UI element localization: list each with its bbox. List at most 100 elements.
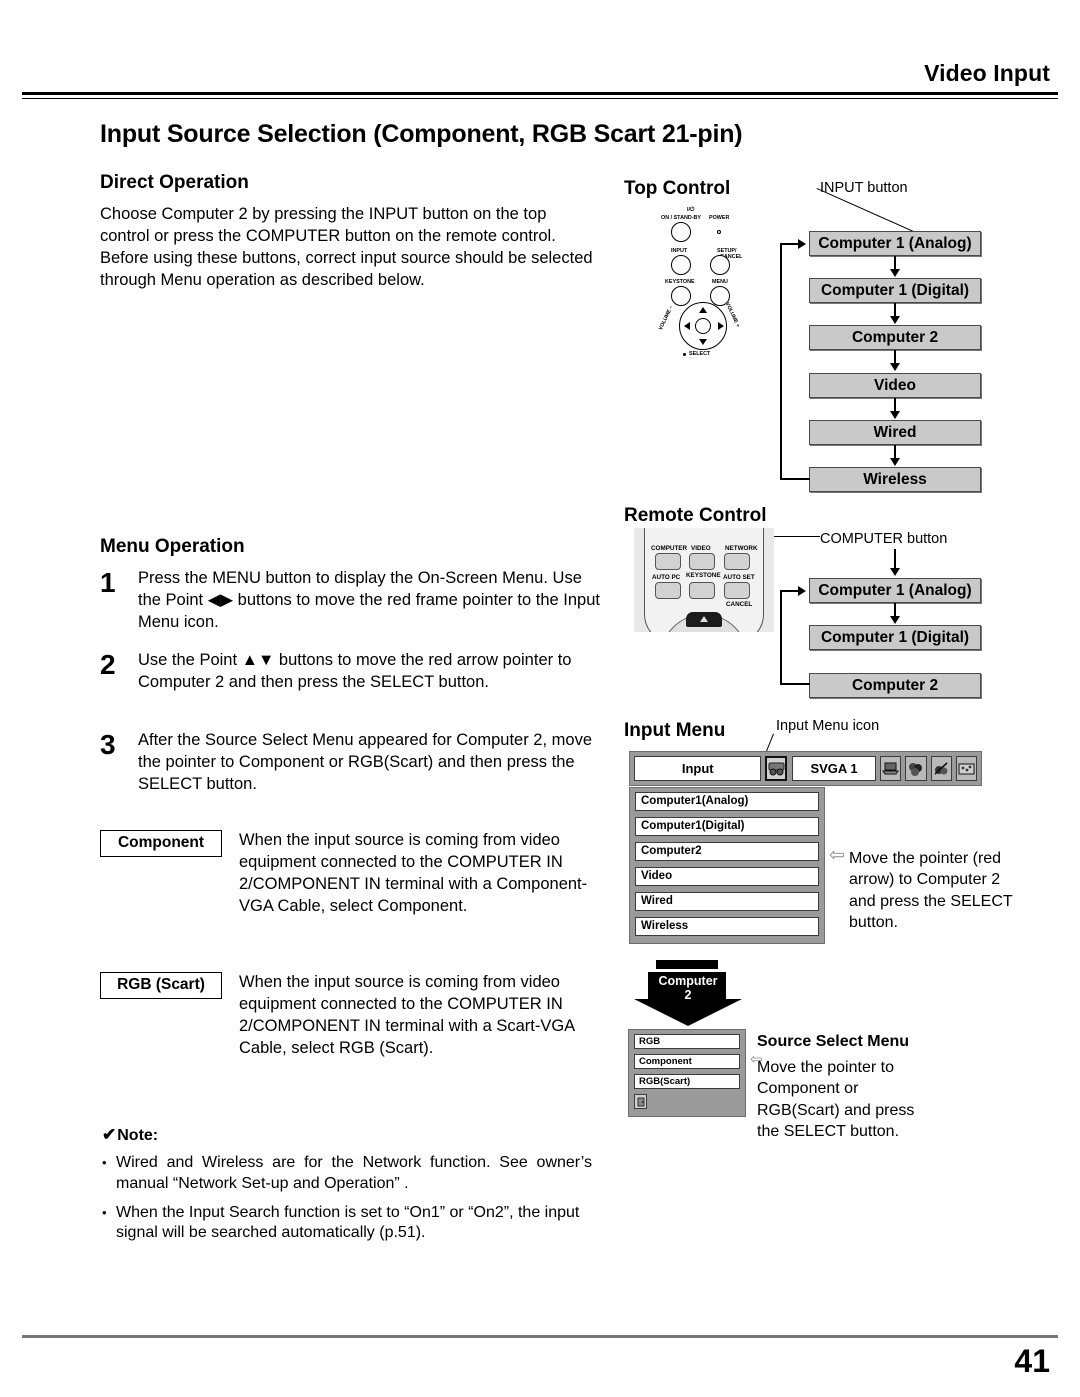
definition-row-component: Component When the input source is comin… [100, 830, 610, 918]
step-text: After the Source Select Menu appeared fo… [138, 731, 592, 793]
remote-flow-loop-top [780, 590, 800, 592]
input-button[interactable] [671, 255, 691, 275]
flow-arrow-line [894, 398, 896, 412]
osd-list-item[interactable]: Wired [635, 892, 819, 911]
step-text: Press the MENU button to display the On-… [138, 569, 600, 631]
network-label: NETWORK [725, 545, 758, 552]
keystone-label: KEYSTONE [665, 279, 695, 285]
autopc-label: AUTO PC [652, 574, 681, 581]
osd-list-item[interactable]: Wireless [635, 917, 819, 936]
power-indicator-icon [717, 230, 721, 234]
remote-flow-arrow-head [890, 568, 900, 576]
flow-loop-top [780, 243, 800, 245]
point-up-icon [700, 616, 708, 622]
menu-operation-heading: Menu Operation [100, 536, 245, 557]
step-number: 1 [100, 567, 116, 598]
note-heading: ✔ Note: [102, 1125, 592, 1145]
flow-arrow-head [890, 316, 900, 324]
definition-row-rgb-scart: RGB (Scart) When the input source is com… [100, 972, 610, 1060]
flow-box-computer2: Computer 2 [809, 325, 981, 350]
point-down-icon[interactable] [699, 339, 707, 345]
note-item: • Wired and Wireless are for the Network… [102, 1153, 592, 1195]
section-header: Video Input [924, 60, 1050, 86]
remote-flow-loop-vertical [780, 590, 782, 684]
note-item: • When the Input Search function is set … [102, 1203, 592, 1245]
red-arrow-pointer-icon: ⇦ [829, 845, 845, 866]
arrow-label-line2: 2 [684, 988, 692, 1002]
osd-list-item[interactable]: Computer2 [635, 842, 819, 861]
input-menu-side-text: Move the pointer (red arrow) to Computer… [849, 850, 1013, 931]
autoset-button[interactable] [724, 582, 750, 599]
osd-menu-bar: Input SVGA 1 [629, 751, 982, 786]
header-rule-thin [22, 98, 1058, 99]
flow-arrow-head [890, 363, 900, 371]
manual-page: Video Input Input Source Selection (Comp… [0, 0, 1080, 1397]
page-title: Input Source Selection (Component, RGB S… [100, 120, 743, 148]
remote-flow-loop-bottom [780, 683, 810, 685]
remote-flow-box-computer1-digital: Computer 1 (Digital) [809, 625, 981, 650]
remote-flow-box-computer2: Computer 2 [809, 673, 981, 698]
flow-loop-arrow-head [798, 239, 806, 249]
network-button[interactable] [724, 553, 750, 570]
autopc-button[interactable] [655, 582, 681, 599]
source-select-item[interactable]: RGB [634, 1034, 740, 1049]
image-adjust-glyph [909, 762, 923, 776]
note-heading-label: Note: [117, 1127, 159, 1144]
video-label: VIDEO [691, 545, 711, 552]
onstandby-label: ON / STAND-BY [661, 215, 702, 221]
source-select-item[interactable]: RGB(Scart) [634, 1074, 740, 1089]
settings-glyph [958, 763, 975, 774]
source-select-menu: RGB Component RGB(Scart) [628, 1029, 746, 1117]
screen-icon[interactable] [930, 756, 952, 781]
definition-tag: Component [100, 830, 222, 857]
top-control-panel-diagram: I/⏻ ON / STAND-BY POWER INPUT SETUP/ CAN… [657, 207, 775, 357]
osd-list-item[interactable]: Computer1(Analog) [635, 792, 819, 811]
page-number: 41 [1014, 1343, 1050, 1379]
definition-tag: RGB (Scart) [100, 972, 222, 999]
point-left-icon[interactable] [684, 322, 690, 330]
flow-box-computer1-digital: Computer 1 (Digital) [809, 278, 981, 303]
remote-flow-loop-arrow-head [798, 586, 806, 596]
osd-list-item[interactable]: Computer1(Digital) [635, 817, 819, 836]
screen-glyph [934, 761, 948, 775]
video-button[interactable] [689, 553, 715, 570]
flow-arrow-line [894, 445, 896, 459]
step-text: Use the Point ▲▼ buttons to move the red… [138, 651, 572, 691]
point-right-icon[interactable] [718, 322, 724, 330]
remote-flow-arrow-head [890, 616, 900, 624]
keystone-button[interactable] [671, 286, 691, 306]
direction-pad-center[interactable] [695, 318, 711, 334]
input-menu-icon[interactable] [765, 756, 788, 781]
arrow-head [634, 999, 742, 1026]
flow-arrow-line [894, 303, 896, 317]
flow-arrow-head [890, 458, 900, 466]
onstandby-button[interactable] [671, 222, 691, 242]
osd-list-item[interactable]: Video [635, 867, 819, 886]
computer-button[interactable] [655, 553, 681, 570]
flow-loop-bottom [780, 478, 810, 480]
flow-arrow-line [894, 350, 896, 364]
definition-text: When the input source is coming from vid… [239, 973, 575, 1057]
menu-label: MENU [712, 279, 728, 285]
remote-flow-arrow-line [894, 549, 896, 569]
arrow-label: Computer 2 [634, 974, 742, 1002]
exit-icon[interactable] [634, 1094, 647, 1109]
source-select-item[interactable]: Component [634, 1054, 740, 1069]
input-button-callout: INPUT button [820, 180, 908, 196]
select-dot-icon [683, 353, 686, 356]
keystone-button[interactable] [689, 582, 715, 599]
image-adjust-icon[interactable] [905, 756, 927, 781]
source-select-side-text: Move the pointer to Component or RGB(Sca… [757, 1059, 915, 1140]
point-up-icon[interactable] [699, 307, 707, 313]
header-rule-thick [22, 92, 1058, 95]
flow-box-video: Video [809, 373, 981, 398]
computer-icon[interactable] [880, 756, 902, 781]
exit-glyph [637, 1097, 644, 1106]
definition-text: When the input source is coming from vid… [239, 831, 588, 915]
source-select-heading: Source Select Menu [757, 1033, 910, 1050]
osd-signal-field: SVGA 1 [792, 756, 877, 781]
input-menu-icon-callout: Input Menu icon [776, 718, 880, 734]
computer-label: COMPUTER [651, 545, 688, 552]
settings-icon[interactable] [955, 756, 977, 781]
setup-cancel-button[interactable] [710, 255, 730, 275]
